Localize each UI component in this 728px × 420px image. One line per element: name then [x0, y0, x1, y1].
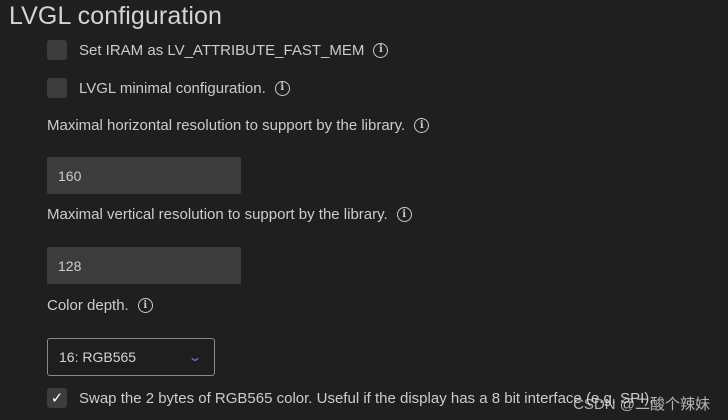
swap-label: Swap the 2 bytes of RGB565 color. Useful… [79, 389, 654, 407]
minimal-label: LVGL minimal configuration. [79, 79, 266, 97]
vres-label: Maximal vertical resolution to support b… [47, 206, 388, 223]
vres-label-row: Maximal vertical resolution to support b… [47, 206, 412, 223]
watermark: CSDN @二酸个辣妹 [573, 396, 710, 413]
vres-value: 128 [58, 257, 82, 274]
info-icon[interactable]: i [373, 42, 389, 58]
info-icon[interactable]: i [396, 207, 412, 222]
iram-option-row[interactable]: Set IRAM as LV_ATTRIBUTE_FAST_MEM i [47, 40, 389, 60]
info-icon[interactable]: i [414, 118, 430, 133]
hres-value: 160 [58, 167, 82, 184]
hres-input[interactable]: 160 [47, 157, 241, 194]
swap-checkbox[interactable]: ✓ [47, 388, 67, 408]
minimal-checkbox[interactable] [47, 78, 67, 98]
vres-input[interactable]: 128 [47, 247, 241, 284]
color-depth-select[interactable]: 16: RGB565 ⌄ [47, 338, 215, 376]
color-depth-label: Color depth. [47, 297, 129, 314]
hres-label: Maximal horizontal resolution to support… [47, 117, 406, 134]
minimal-option-row[interactable]: LVGL minimal configuration. i [47, 78, 290, 98]
color-depth-value: 16: RGB565 [59, 349, 137, 365]
chevron-down-icon: ⌄ [187, 350, 203, 364]
color-depth-label-row: Color depth. i [47, 297, 153, 314]
info-icon[interactable]: i [137, 298, 153, 313]
hres-label-row: Maximal horizontal resolution to support… [47, 117, 430, 134]
info-icon[interactable]: i [274, 80, 290, 96]
swap-option-row[interactable]: ✓ Swap the 2 bytes of RGB565 color. Usef… [47, 388, 653, 408]
iram-label: Set IRAM as LV_ATTRIBUTE_FAST_MEM [79, 41, 365, 59]
iram-checkbox[interactable] [47, 40, 67, 60]
page-title: LVGL configuration [9, 2, 223, 30]
